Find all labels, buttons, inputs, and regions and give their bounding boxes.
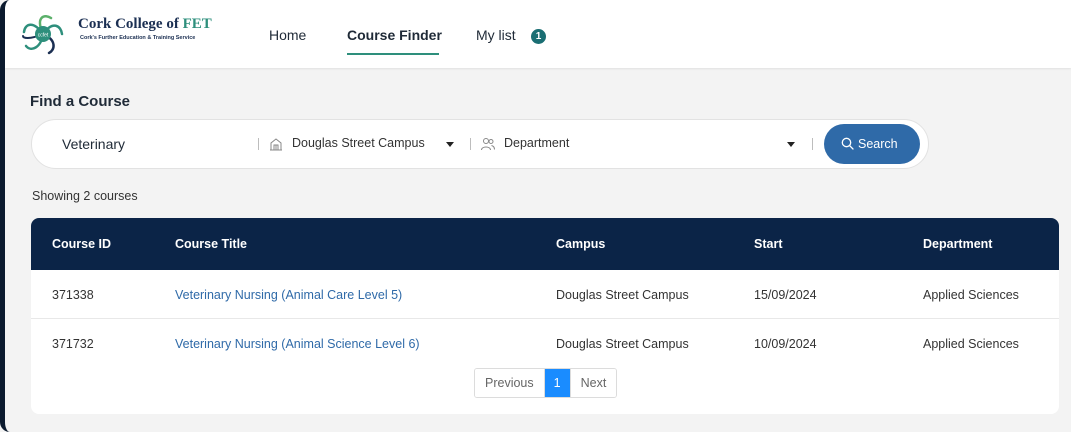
search-button[interactable]: Search (824, 124, 920, 164)
course-campus: Douglas Street Campus (556, 288, 689, 302)
college-logo[interactable]: ccfet (21, 12, 65, 56)
search-icon (841, 137, 854, 150)
course-start-date: 10/09/2024 (754, 337, 817, 351)
brand-name[interactable]: Cork College of FET (78, 16, 212, 33)
column-header-start[interactable]: Start (754, 237, 782, 251)
table-row[interactable]: 371338 Veterinary Nursing (Animal Care L… (31, 270, 1059, 319)
department-placeholder: Department (504, 136, 570, 150)
people-icon (481, 138, 495, 151)
logo-text: ccfet (38, 33, 49, 39)
keyword-input[interactable] (62, 134, 252, 154)
course-title-link[interactable]: Veterinary Nursing (Animal Science Level… (175, 337, 420, 351)
column-header-course-title[interactable]: Course Title (175, 237, 247, 251)
brand-name-main: Cork College of (78, 16, 179, 32)
site-header: ccfet Cork College of FET Cork's Further… (5, 0, 1071, 68)
course-id: 371338 (52, 288, 94, 302)
course-campus: Douglas Street Campus (556, 337, 689, 351)
column-header-department[interactable]: Department (923, 237, 992, 251)
separator (812, 138, 813, 150)
column-header-campus[interactable]: Campus (556, 237, 605, 251)
app-window: ccfet Cork College of FET Cork's Further… (0, 0, 1071, 432)
department-select[interactable]: Department (480, 132, 805, 156)
pagination: Previous 1 Next (474, 368, 618, 398)
nav-my-list[interactable]: My list (476, 27, 516, 43)
column-header-course-id[interactable]: Course ID (52, 237, 111, 251)
courses-table: Course ID Course Title Campus Start Depa… (31, 218, 1059, 414)
brand-name-accent: FET (182, 16, 212, 32)
table-header: Course ID Course Title Campus Start Depa… (31, 218, 1059, 270)
pagination-previous[interactable]: Previous (475, 369, 544, 397)
caret-down-icon (787, 142, 795, 147)
course-department: Applied Sciences (923, 288, 1019, 302)
search-button-label: Search (858, 137, 898, 151)
campus-select[interactable]: Douglas Street Campus (268, 132, 464, 156)
course-id: 371732 (52, 337, 94, 351)
results-count: Showing 2 courses (32, 189, 138, 203)
nav-active-indicator (347, 53, 439, 55)
separator (470, 138, 471, 150)
caret-down-icon (446, 142, 454, 147)
nav-course-finder[interactable]: Course Finder (347, 27, 442, 43)
course-title-link[interactable]: Veterinary Nursing (Animal Care Level 5) (175, 288, 402, 302)
building-icon (270, 138, 282, 151)
separator (258, 138, 259, 150)
pagination-next[interactable]: Next (569, 369, 617, 397)
course-department: Applied Sciences (923, 337, 1019, 351)
course-start-date: 15/09/2024 (754, 288, 817, 302)
page-title: Find a Course (30, 93, 131, 110)
campus-selected-value: Douglas Street Campus (292, 136, 425, 150)
brand-subtitle: Cork's Further Education & Training Serv… (80, 35, 196, 41)
table-row[interactable]: 371732 Veterinary Nursing (Animal Scienc… (31, 319, 1059, 368)
nav-home[interactable]: Home (269, 27, 306, 43)
course-search-bar: Douglas Street Campus Department S (31, 119, 929, 169)
pagination-page-current[interactable]: 1 (543, 369, 570, 397)
my-list-count-badge[interactable]: 1 (531, 29, 546, 44)
